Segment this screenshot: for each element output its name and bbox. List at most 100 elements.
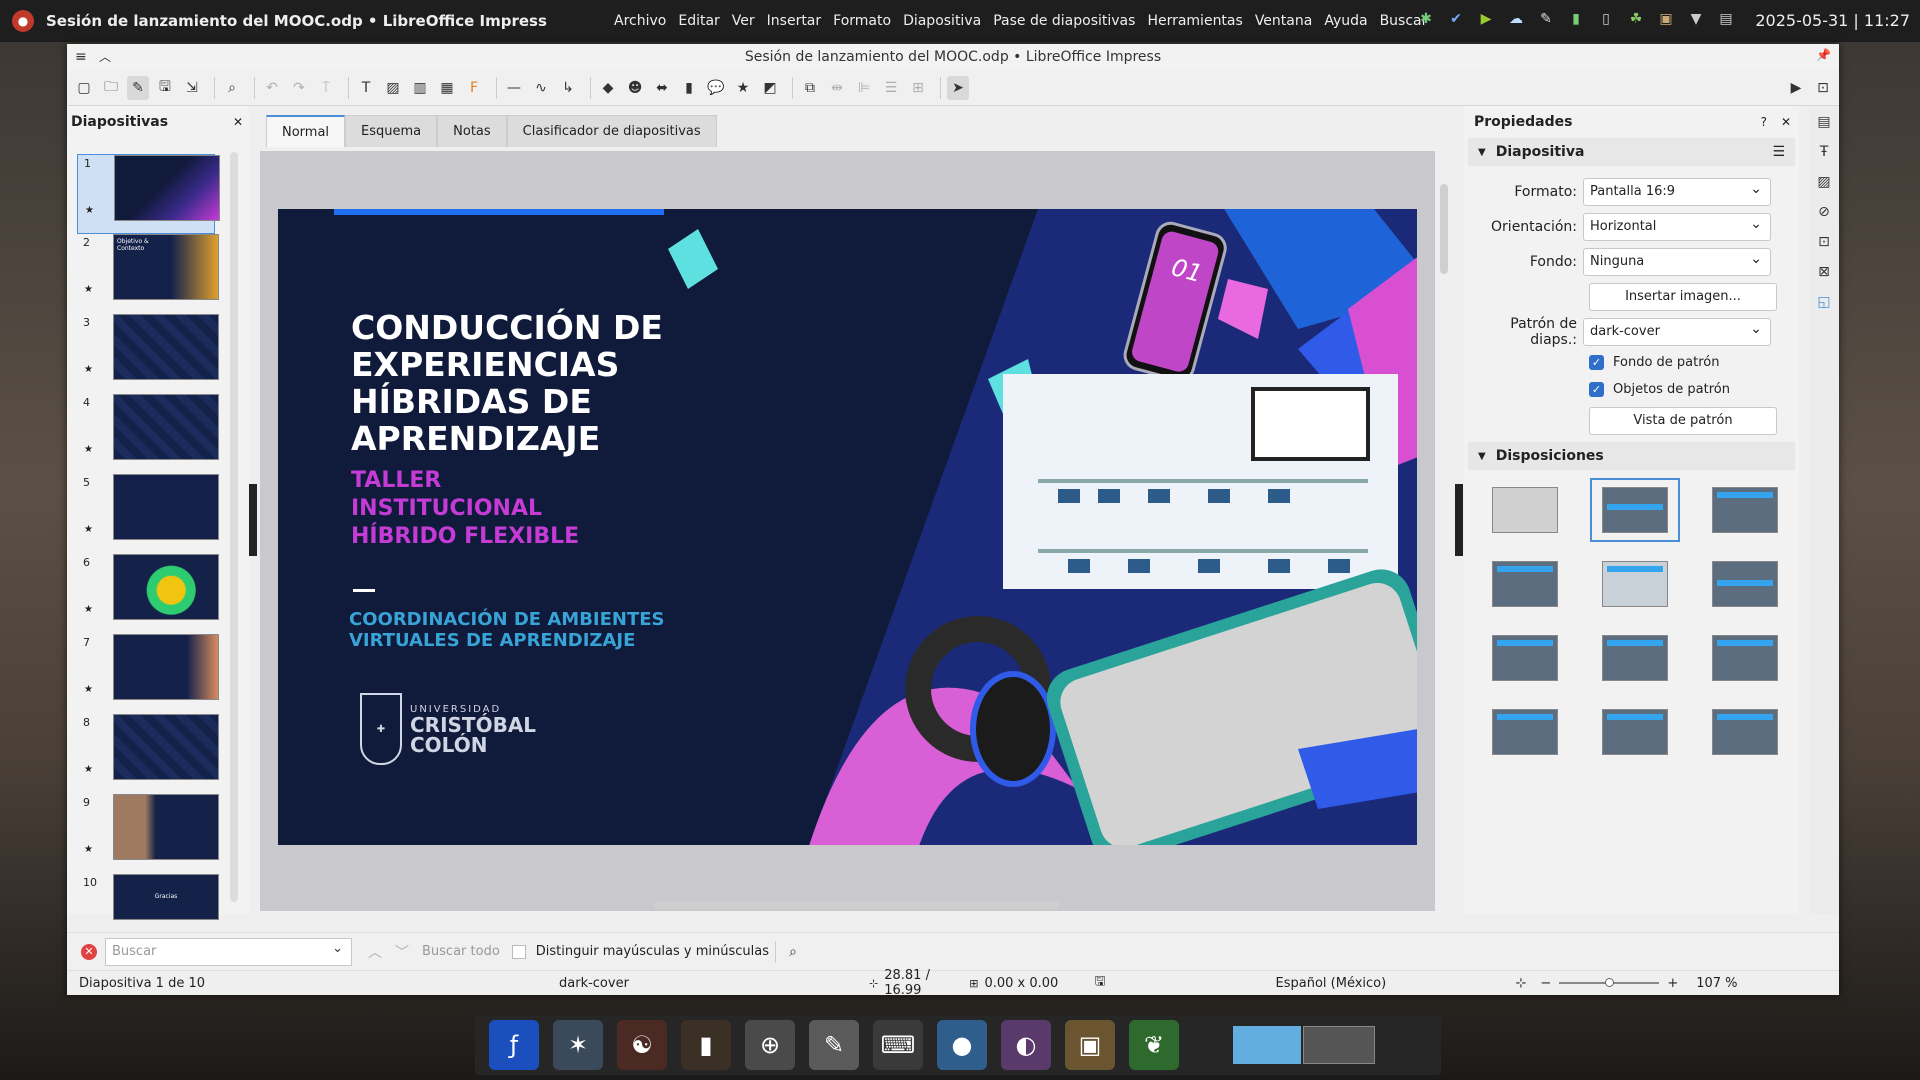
menu-insertar[interactable]: Insertar (761, 13, 828, 29)
layout-title-4-content[interactable] (1590, 700, 1680, 764)
master-background-checkbox[interactable]: ✓ Fondo de patrón (1464, 349, 1799, 376)
horizontal-scrollbar[interactable] (654, 901, 1059, 909)
table-icon[interactable]: ▦ (436, 76, 458, 100)
background-select[interactable]: Ninguna (1583, 247, 1771, 276)
align-icon[interactable]: ⊫ (853, 76, 875, 100)
workspace-1[interactable] (1233, 1026, 1301, 1064)
slide-thumbnail-7[interactable]: 7 ★ (77, 634, 219, 714)
orientation-select[interactable]: Horizontal (1583, 212, 1771, 241)
navigator-deck-icon[interactable]: ⊘ (1818, 204, 1830, 220)
image-icon[interactable]: ▨ (382, 76, 404, 100)
menu-ayuda[interactable]: Ayuda (1318, 13, 1373, 29)
dock-app-icon[interactable]: ⌨ (873, 1020, 923, 1070)
slide-canvas[interactable]: 01 CONDUCCIÓN DE EXPERIENCIAS HÍBRIDAS D… (260, 151, 1435, 911)
close-icon[interactable]: ✕ (233, 115, 243, 129)
menu-ventana[interactable]: Ventana (1249, 13, 1319, 29)
find-replace-icon[interactable]: ⌕ (782, 940, 804, 964)
layout-blank[interactable] (1480, 478, 1570, 542)
layout-title-2-content-over[interactable] (1700, 626, 1790, 690)
zoom-slider-thumb[interactable] (1605, 978, 1615, 987)
slide-transition-icon[interactable]: ⊡ (1818, 234, 1830, 250)
open-icon[interactable]: 🗀 (100, 76, 122, 100)
new-icon[interactable]: ▢ (73, 76, 95, 100)
libreoffice-app-icon[interactable]: ● (12, 10, 34, 32)
flowchart-icon[interactable]: ▮ (678, 76, 700, 100)
menu-herramientas[interactable]: Herramientas (1141, 13, 1248, 29)
start-first-slide-icon[interactable]: ▶ (1785, 76, 1807, 100)
dock-app-icon[interactable]: ❦ (1129, 1020, 1179, 1070)
layout-title-only[interactable] (1590, 478, 1680, 542)
layout-title-slide[interactable] (1590, 552, 1680, 616)
slide-title[interactable]: CONDUCCIÓN DE EXPERIENCIAS HÍBRIDAS DE A… (351, 309, 681, 457)
zoom-in-button[interactable]: + (1667, 976, 1678, 991)
section-layouts[interactable]: ▼ Disposiciones (1468, 442, 1795, 470)
arrange-icon[interactable]: ☰ (880, 76, 902, 100)
close-find-icon[interactable]: ✕ (81, 943, 97, 960)
menu-diapositiva[interactable]: Diapositiva (897, 13, 987, 29)
sidebar-collapse-handle[interactable] (1455, 484, 1463, 556)
find-next-icon[interactable]: ﹀ (391, 940, 413, 964)
zoom-out-button[interactable]: − (1540, 976, 1551, 991)
tray-icon[interactable]: ✎ (1537, 10, 1555, 28)
format-select[interactable]: Pantalla 16:9 (1583, 177, 1771, 206)
tab-esquema[interactable]: Esquema (345, 115, 438, 147)
tray-icon[interactable]: ▯ (1597, 10, 1615, 28)
slide-thumbnail-1[interactable]: 1 ★ (77, 154, 220, 234)
undo-icon[interactable]: ↶ (261, 76, 283, 100)
slide-thumbnail-9[interactable]: 9 ★ (77, 794, 219, 874)
slide-org[interactable]: COORDINACIÓN DE AMBIENTES VIRTUALES DE A… (349, 609, 689, 651)
basic-shapes-icon[interactable]: ◆ (597, 76, 619, 100)
flip-icon[interactable]: ⇹ (826, 76, 848, 100)
menu-archivo[interactable]: Archivo (608, 13, 672, 29)
styles-deck-icon[interactable]: Ŧ (1820, 144, 1829, 160)
master-view-button[interactable]: Vista de patrón (1589, 406, 1777, 435)
slide-thumbnail-6[interactable]: 6 ★ (77, 554, 219, 634)
hamburger-menu-icon[interactable]: ≡ (75, 49, 87, 65)
clock[interactable]: 2025-05-31 | 11:27 (1755, 11, 1910, 30)
layout-title-2-content-content[interactable] (1480, 626, 1570, 690)
tab-notas[interactable]: Notas (437, 115, 507, 147)
match-case-checkbox[interactable] (511, 944, 526, 959)
slide-subtitle[interactable]: TALLER INSTITUCIONAL HÍBRIDO FLEXIBLE (351, 467, 601, 551)
insert-image-button[interactable]: Insertar imagen... (1589, 282, 1777, 311)
tray-icon[interactable]: ✱ (1417, 10, 1435, 28)
layout-title-content[interactable] (1700, 478, 1790, 542)
layout-title-6-content[interactable] (1700, 700, 1790, 764)
workspace-switcher[interactable] (1233, 1026, 1375, 1064)
distribute-icon[interactable]: ⊞ (907, 76, 929, 100)
chevron-up-icon[interactable]: ︿ (99, 48, 111, 65)
chart-icon[interactable]: ▥ (409, 76, 431, 100)
layout-title-content-over[interactable] (1480, 700, 1570, 764)
slide-thumbnail-8[interactable]: 8 ★ (77, 714, 219, 794)
section-slide[interactable]: ▼ Diapositiva ☰ (1468, 138, 1795, 166)
line-icon[interactable]: — (503, 76, 525, 100)
edit-mode-icon[interactable]: ✎ (127, 75, 149, 100)
properties-deck-icon[interactable]: ▤ (1817, 114, 1830, 130)
master-select[interactable]: dark-cover (1583, 317, 1771, 346)
wifi-icon[interactable]: ▼ (1687, 10, 1705, 28)
transform-icon[interactable]: ⧉ (799, 76, 821, 100)
zoom-value[interactable]: 107 % (1696, 976, 1737, 991)
tray-icon[interactable]: ☘ (1627, 10, 1645, 28)
clone-format-icon[interactable]: ⍑ (315, 76, 337, 100)
language[interactable]: Español (México) (1276, 976, 1516, 991)
layout-title-content-2-content[interactable] (1590, 626, 1680, 690)
dock-app-icon[interactable]: ▣ (1065, 1020, 1115, 1070)
current-slide[interactable]: 01 CONDUCCIÓN DE EXPERIENCIAS HÍBRIDAS D… (278, 209, 1417, 845)
slide-thumbnail-4[interactable]: 4 ★ (77, 394, 219, 474)
tab-normal[interactable]: Normal (266, 115, 346, 147)
menu-ver[interactable]: Ver (726, 13, 761, 29)
master-slides-icon[interactable]: ◱ (1817, 294, 1830, 310)
menu-editar[interactable]: Editar (672, 13, 725, 29)
vertical-scrollbar[interactable] (1440, 184, 1448, 274)
find-all-button[interactable]: Buscar todo (422, 944, 500, 959)
close-icon[interactable]: ✕ (1781, 115, 1791, 129)
tray-icon[interactable]: ▤ (1717, 10, 1735, 28)
menu-formato[interactable]: Formato (827, 13, 897, 29)
slides-pane-scrollbar[interactable] (230, 152, 238, 902)
curve-icon[interactable]: ∿ (530, 76, 552, 100)
save-icon[interactable]: 🖫 (154, 76, 176, 100)
slide-thumbnail-2[interactable]: 2 Objetivo & Contexto ★ (77, 234, 219, 314)
symbol-shapes-icon[interactable]: ☻ (624, 76, 646, 100)
export-icon[interactable]: ⇲ (181, 76, 203, 100)
